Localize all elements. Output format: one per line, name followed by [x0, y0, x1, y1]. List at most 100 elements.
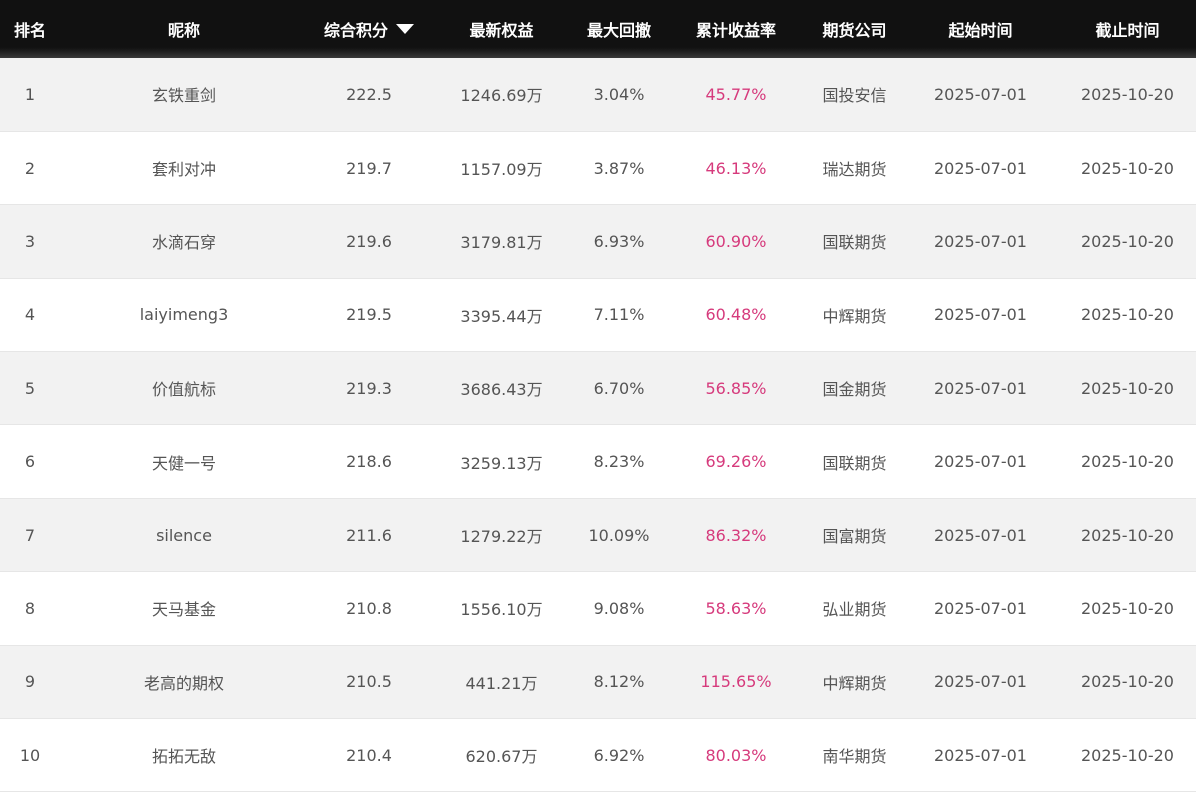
table-row[interactable]: 10 拓拓无敌 210.4 620.67万 6.92% 80.03% 南华期货 2025-07… — [0, 718, 1196, 792]
company-cell: 国联期货 — [822, 233, 887, 253]
end-date-cell: 2025-10-20 — [1081, 672, 1174, 692]
equity-cell: 3179.81万 — [460, 233, 543, 253]
drawdown-cell: 6.93% — [593, 231, 645, 251]
start-date-cell: 2025-07-01 — [934, 525, 1027, 545]
equity-cell: 1279.22万 — [460, 527, 543, 547]
equity-cell: 620.67万 — [465, 747, 538, 767]
header-start[interactable]: 起始时间 — [902, 0, 1059, 58]
company-cell: 国联期货 — [822, 453, 887, 473]
company-cell: 国富期货 — [822, 527, 887, 547]
header-equity[interactable]: 最新权益 — [430, 0, 573, 58]
end-date-cell: 2025-10-20 — [1081, 745, 1174, 765]
nickname-cell[interactable]: 拓拓无敌 — [60, 719, 308, 792]
start-date-cell: 2025-07-01 — [934, 158, 1027, 178]
end-date-cell: 2025-10-20 — [1081, 378, 1174, 398]
nickname-cell[interactable]: laiyimeng3 — [60, 278, 308, 351]
company-cell: 南华期货 — [822, 747, 887, 767]
score-cell: 210.5 — [346, 672, 392, 692]
nickname-cell[interactable]: 玄铁重剑 — [60, 58, 308, 131]
rank-cell: 6 — [24, 452, 36, 472]
start-date-cell: 2025-07-01 — [934, 745, 1027, 765]
start-date-cell: 2025-07-01 — [934, 672, 1027, 692]
nickname-cell[interactable]: 套利对冲 — [60, 131, 308, 204]
nickname-cell[interactable]: 老高的期权 — [60, 645, 308, 718]
nickname-cell[interactable]: silence — [60, 498, 308, 571]
drawdown-cell: 3.87% — [593, 158, 645, 178]
company-cell: 中辉期货 — [822, 306, 887, 326]
header-return[interactable]: 累计收益率 — [665, 0, 807, 58]
score-cell: 211.6 — [346, 525, 392, 545]
return-cell: 60.90% — [705, 231, 767, 251]
return-cell: 58.63% — [705, 598, 767, 618]
end-date-cell: 2025-10-20 — [1081, 305, 1174, 325]
end-date-cell: 2025-10-20 — [1081, 231, 1174, 251]
header-nickname[interactable]: 昵称 — [60, 0, 308, 58]
equity-cell: 3395.44万 — [460, 306, 543, 326]
header-end[interactable]: 截止时间 — [1059, 0, 1196, 58]
table-row[interactable]: 4 laiyimeng3 219.5 3395.44万 7.11% 60.48% 中辉期货 2… — [0, 278, 1196, 352]
end-date-cell: 2025-10-20 — [1081, 525, 1174, 545]
drawdown-cell: 9.08% — [593, 598, 645, 618]
start-date-cell: 2025-07-01 — [934, 598, 1027, 618]
table-body: 1 玄铁重剑 222.5 1246.69万 3.04% 45.77% 国投安信 2025-07… — [0, 58, 1196, 792]
drawdown-cell: 10.09% — [588, 525, 650, 545]
header-company[interactable]: 期货公司 — [807, 0, 902, 58]
header-score-label: 综合积分 — [323, 21, 388, 40]
company-cell: 瑞达期货 — [822, 160, 887, 180]
rank-cell: 3 — [24, 231, 36, 251]
table-row[interactable]: 2 套利对冲 219.7 1157.09万 3.87% 46.13% 瑞达期货 2025-07… — [0, 131, 1196, 205]
return-cell: 115.65% — [700, 672, 772, 692]
table-row[interactable]: 3 水滴石穿 219.6 3179.81万 6.93% 60.90% 国联期货 2025-07… — [0, 204, 1196, 279]
drawdown-cell: 6.92% — [593, 745, 645, 765]
score-cell: 218.6 — [346, 452, 392, 472]
table-row[interactable]: 9 老高的期权 210.5 441.21万 8.12% 115.65% 中辉期货 2025-0… — [0, 645, 1196, 719]
return-cell: 56.85% — [705, 378, 767, 398]
score-cell: 222.5 — [346, 84, 392, 104]
table-row[interactable]: 8 天马基金 210.8 1556.10万 9.08% 58.63% 弘业期货 2025-07… — [0, 571, 1196, 646]
drawdown-cell: 8.23% — [593, 452, 645, 472]
start-date-cell: 2025-07-01 — [934, 84, 1027, 104]
rank-cell: 7 — [24, 525, 36, 545]
end-date-cell: 2025-10-20 — [1081, 158, 1174, 178]
rank-cell: 4 — [24, 305, 36, 325]
nickname-cell[interactable]: 价值航标 — [60, 352, 308, 425]
nickname-cell[interactable]: 天马基金 — [60, 572, 308, 645]
score-cell: 219.3 — [346, 378, 392, 398]
table-row[interactable]: 5 价值航标 219.3 3686.43万 6.70% 56.85% 国金期货 2025-07… — [0, 351, 1196, 425]
equity-cell: 3686.43万 — [460, 380, 543, 400]
equity-cell: 1157.09万 — [460, 160, 543, 180]
equity-cell: 1246.69万 — [460, 86, 543, 106]
drawdown-cell: 3.04% — [593, 84, 645, 104]
end-date-cell: 2025-10-20 — [1081, 598, 1174, 618]
table-row[interactable]: 6 天健一号 218.6 3259.13万 8.23% 69.26% 国联期货 2025-07… — [0, 424, 1196, 499]
ranking-table: 排名 昵称 综合积分 最新权益 最大回撤 累计收益率 期货公司 起始时间 截止时… — [0, 0, 1196, 792]
header-score[interactable]: 综合积分 — [308, 0, 430, 58]
nickname-cell[interactable]: 水滴石穿 — [60, 205, 308, 278]
drawdown-cell: 8.12% — [593, 672, 645, 692]
end-date-cell: 2025-10-20 — [1081, 84, 1174, 104]
drawdown-cell: 6.70% — [593, 378, 645, 398]
rank-cell: 5 — [24, 378, 36, 398]
header-drawdown[interactable]: 最大回撤 — [573, 0, 665, 58]
equity-cell: 441.21万 — [465, 673, 538, 693]
start-date-cell: 2025-07-01 — [934, 378, 1027, 398]
rank-cell: 8 — [24, 598, 36, 618]
return-cell: 69.26% — [705, 452, 767, 472]
start-date-cell: 2025-07-01 — [934, 231, 1027, 251]
score-cell: 219.5 — [346, 305, 392, 325]
drawdown-cell: 7.11% — [593, 305, 645, 325]
table-row[interactable]: 1 玄铁重剑 222.5 1246.69万 3.04% 45.77% 国投安信 2025-07… — [0, 58, 1196, 132]
company-cell: 弘业期货 — [822, 600, 887, 620]
equity-cell: 1556.10万 — [460, 600, 543, 620]
return-cell: 46.13% — [705, 158, 767, 178]
nickname-cell[interactable]: 天健一号 — [60, 425, 308, 498]
company-cell: 国投安信 — [822, 86, 887, 106]
table-row[interactable]: 7 silence 211.6 1279.22万 10.09% 86.32% 国富期货 202… — [0, 498, 1196, 572]
rank-cell: 2 — [24, 158, 36, 178]
return-cell: 86.32% — [705, 525, 767, 545]
return-cell: 45.77% — [705, 84, 767, 104]
company-cell: 中辉期货 — [822, 673, 887, 693]
sort-descending-icon[interactable] — [396, 24, 414, 34]
score-cell: 210.4 — [346, 745, 392, 765]
header-rank[interactable]: 排名 — [0, 0, 60, 58]
